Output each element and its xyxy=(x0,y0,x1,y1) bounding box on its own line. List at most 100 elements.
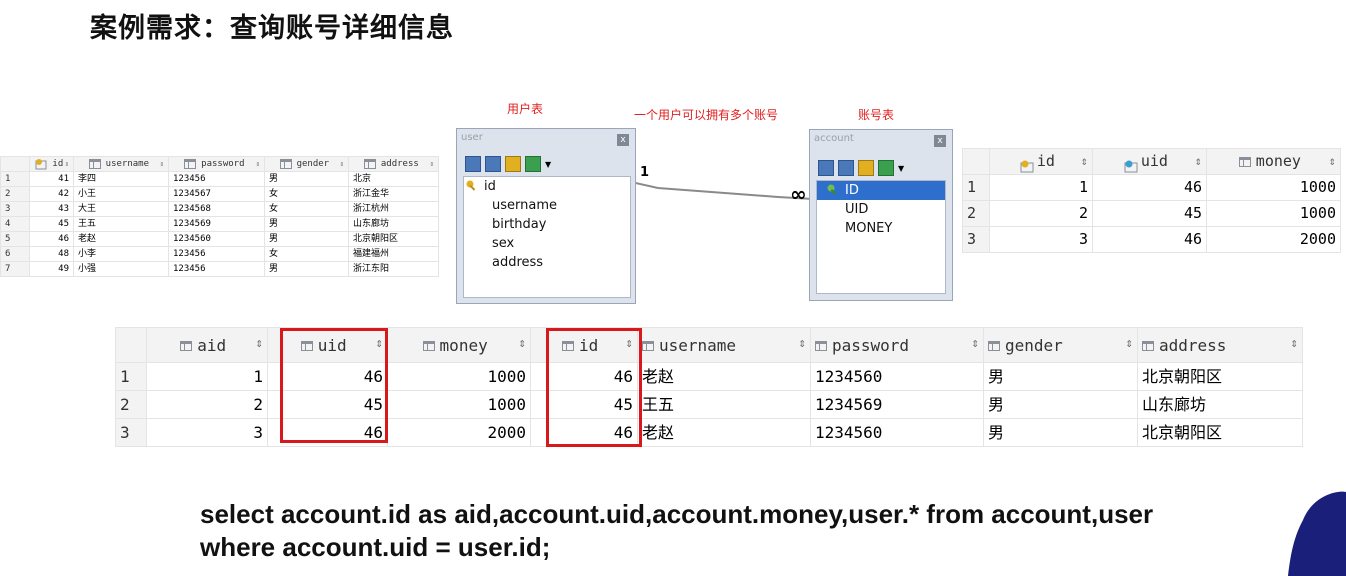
sort-icon[interactable]: ⇕ xyxy=(65,158,69,171)
cell-id[interactable]: 49 xyxy=(29,261,74,277)
column-header-password[interactable]: password ⇕ xyxy=(168,156,265,172)
cell-gender[interactable]: 男 xyxy=(264,231,349,247)
cell-username[interactable]: 李四 xyxy=(73,171,169,187)
field-item[interactable]: username xyxy=(464,196,630,215)
cell-username[interactable]: 老赵 xyxy=(637,418,811,447)
column-header-uid[interactable]: uid ⇕ xyxy=(1092,148,1207,175)
chevron-down-icon[interactable]: ▼ xyxy=(545,160,551,169)
column-header-address[interactable]: address ⇕ xyxy=(1137,327,1303,363)
cell-address[interactable]: 浙江金华 xyxy=(348,186,439,202)
cell-address[interactable]: 福建福州 xyxy=(348,246,439,262)
cell-username[interactable]: 小李 xyxy=(73,246,169,262)
sort-icon[interactable]: ⇕ xyxy=(340,158,344,171)
table-row[interactable]: 6 48 小李 123456 女福建福州 xyxy=(0,246,439,262)
column-header-address[interactable]: address ⇕ xyxy=(348,156,439,172)
cell-address[interactable]: 山东廊坊 xyxy=(348,216,439,232)
cell-address[interactable]: 浙江杭州 xyxy=(348,201,439,217)
table-row[interactable]: 7 49 小强 123456 男浙江东阳 xyxy=(0,261,439,277)
cell-money[interactable]: 1000 xyxy=(387,390,531,419)
table-row[interactable]: 2 42 小王 1234567 女浙江金华 xyxy=(0,186,439,202)
table-icon[interactable] xyxy=(465,156,481,172)
cell-aid[interactable]: 3 xyxy=(146,418,268,447)
sort-icon[interactable]: ⇕ xyxy=(160,158,164,171)
column-header-id[interactable]: id ⇕ xyxy=(989,148,1093,175)
cell-uid[interactable]: 45 xyxy=(1092,200,1207,227)
cell-uid[interactable]: 46 xyxy=(1092,174,1207,201)
table-row[interactable]: 1 41 李四 123456 男北京 xyxy=(0,171,439,187)
table-row[interactable]: 5 46 老赵 1234560 男北京朝阳区 xyxy=(0,231,439,247)
cell-password[interactable]: 1234569 xyxy=(810,390,984,419)
field-item[interactable]: address xyxy=(464,253,630,272)
cell-gender[interactable]: 男 xyxy=(264,171,349,187)
cell-id[interactable]: 1 xyxy=(989,174,1093,201)
table-row[interactable]: 4 45 王五 1234569 男山东廊坊 xyxy=(0,216,439,232)
cell-address[interactable]: 北京朝阳区 xyxy=(1137,362,1303,391)
cell-password[interactable]: 1234560 xyxy=(810,418,984,447)
cell-gender[interactable]: 男 xyxy=(264,216,349,232)
close-icon[interactable]: x xyxy=(617,134,629,146)
column-header-username[interactable]: username ⇕ xyxy=(637,327,811,363)
cell-id[interactable]: 3 xyxy=(989,226,1093,253)
field-item-selected[interactable]: ID xyxy=(817,181,945,200)
cell-gender[interactable]: 男 xyxy=(983,390,1138,419)
cell-address[interactable]: 北京朝阳区 xyxy=(348,231,439,247)
sort-icon[interactable]: ⇕ xyxy=(798,336,806,351)
cell-money[interactable]: 1000 xyxy=(387,362,531,391)
cell-id[interactable]: 2 xyxy=(989,200,1093,227)
cell-gender[interactable]: 男 xyxy=(983,362,1138,391)
cell-username[interactable]: 老赵 xyxy=(73,231,169,247)
sort-icon[interactable]: ⇕ xyxy=(1290,336,1298,351)
cell-address[interactable]: 浙江东阳 xyxy=(348,261,439,277)
table-row[interactable]: 2 2 45 1000 xyxy=(962,200,1341,227)
cell-gender[interactable]: 女 xyxy=(264,186,349,202)
field-item[interactable]: MONEY xyxy=(817,219,945,238)
cell-username[interactable]: 王五 xyxy=(73,216,169,232)
table-row[interactable]: 3 3 46 2000 xyxy=(962,226,1341,253)
sort-icon[interactable]: ⇕ xyxy=(518,336,526,351)
user-entity[interactable]: user x ▼ id username birthday sex addres… xyxy=(456,128,636,304)
cell-id[interactable]: 43 xyxy=(29,201,74,217)
cell-username[interactable]: 大王 xyxy=(73,201,169,217)
column-header-password[interactable]: password ⇕ xyxy=(810,327,984,363)
cell-money[interactable]: 1000 xyxy=(1206,174,1341,201)
cell-password[interactable]: 1234560 xyxy=(810,362,984,391)
cell-gender[interactable]: 男 xyxy=(264,261,349,277)
cell-id[interactable]: 45 xyxy=(29,216,74,232)
field-item[interactable]: sex xyxy=(464,234,630,253)
cell-username[interactable]: 小强 xyxy=(73,261,169,277)
cell-gender[interactable]: 女 xyxy=(264,201,349,217)
cell-password[interactable]: 1234567 xyxy=(168,186,265,202)
sort-icon[interactable]: ⇕ xyxy=(1195,150,1202,174)
column-header-aid[interactable]: aid ⇕ xyxy=(146,327,268,363)
table-icon[interactable] xyxy=(818,160,834,176)
column-header-money[interactable]: money ⇕ xyxy=(387,327,531,363)
column-header-gender[interactable]: gender ⇕ xyxy=(983,327,1138,363)
cell-password[interactable]: 123456 xyxy=(168,246,265,262)
cell-username[interactable]: 王五 xyxy=(637,390,811,419)
cell-address[interactable]: 北京朝阳区 xyxy=(1137,418,1303,447)
sort-icon[interactable]: ⇕ xyxy=(1125,336,1133,351)
sort-icon[interactable]: ⇕ xyxy=(1081,150,1088,174)
sort-icon[interactable]: ⇕ xyxy=(971,336,979,351)
sort-icon[interactable]: ⇕ xyxy=(1329,150,1336,174)
insert-icon[interactable] xyxy=(525,156,541,172)
cell-address[interactable]: 山东廊坊 xyxy=(1137,390,1303,419)
cell-id[interactable]: 41 xyxy=(29,171,74,187)
cell-money[interactable]: 1000 xyxy=(1206,200,1341,227)
field-item[interactable]: birthday xyxy=(464,215,630,234)
view-icon[interactable] xyxy=(838,160,854,176)
cell-money[interactable]: 2000 xyxy=(387,418,531,447)
cell-password[interactable]: 1234560 xyxy=(168,231,265,247)
cell-aid[interactable]: 1 xyxy=(146,362,268,391)
column-header-gender[interactable]: gender ⇕ xyxy=(264,156,349,172)
sort-icon[interactable]: ⇕ xyxy=(430,158,434,171)
cell-aid[interactable]: 2 xyxy=(146,390,268,419)
cell-address[interactable]: 北京 xyxy=(348,171,439,187)
cell-uid[interactable]: 46 xyxy=(1092,226,1207,253)
view-icon[interactable] xyxy=(485,156,501,172)
cell-username[interactable]: 老赵 xyxy=(637,362,811,391)
key-tool-icon[interactable] xyxy=(858,160,874,176)
cell-id[interactable]: 48 xyxy=(29,246,74,262)
sort-icon[interactable]: ⇕ xyxy=(256,158,260,171)
column-header-money[interactable]: money ⇕ xyxy=(1206,148,1341,175)
